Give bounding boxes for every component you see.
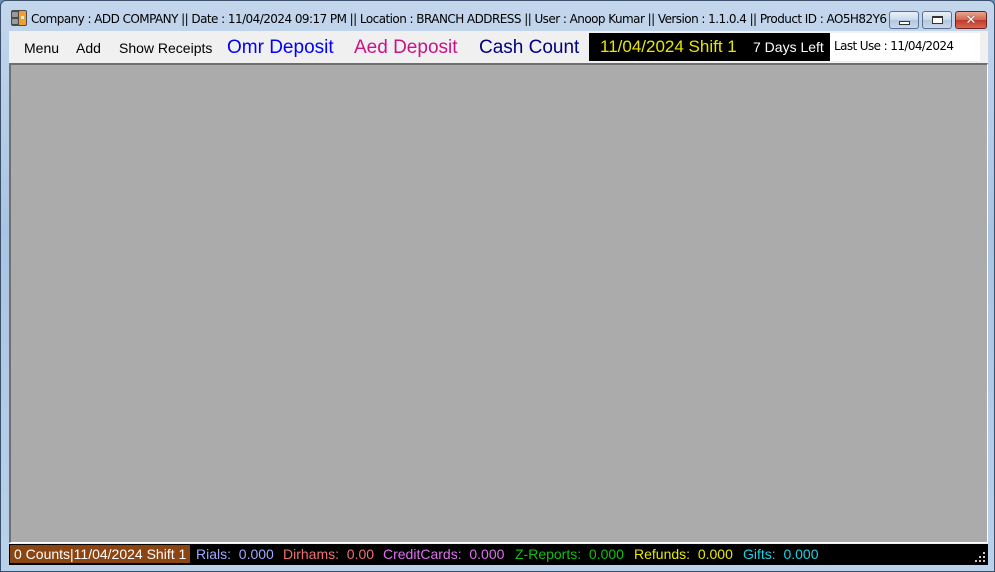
stat-value: 0.000 xyxy=(783,546,819,562)
resize-grip-icon[interactable] xyxy=(975,552,985,562)
window-title: Company : ADD COMPANY || Date : 11/04/20… xyxy=(31,12,887,26)
menu-bar: Menu Add Show Receipts Omr Deposit Aed D… xyxy=(9,31,988,63)
app-icon[interactable] xyxy=(11,10,27,26)
stat-value: 0.000 xyxy=(469,546,505,562)
title-bar[interactable]: Company : ADD COMPANY || Date : 11/04/20… xyxy=(1,1,994,31)
stat-label: Refunds: xyxy=(634,546,691,562)
stat-value: 0.00 xyxy=(346,546,375,562)
stat-label: Z-Reports: xyxy=(515,546,582,562)
stat-label: Gifts: xyxy=(743,546,776,562)
cash-count-button[interactable]: Cash Count xyxy=(479,37,579,59)
status-count: 0 Counts|11/04/2024 Shift 1 xyxy=(10,545,191,563)
menu-item-menu[interactable]: Menu xyxy=(24,40,59,56)
shift-indicator: 11/04/2024 Shift 1 7 Days Left xyxy=(589,33,830,61)
minimize-button[interactable] xyxy=(889,11,919,29)
stat-label: Dirhams: xyxy=(283,546,340,562)
maximize-button[interactable] xyxy=(922,11,952,29)
client-area: Menu Add Show Receipts Omr Deposit Aed D… xyxy=(9,31,988,565)
mdi-workspace xyxy=(9,63,988,543)
menu-item-add[interactable]: Add xyxy=(76,40,101,56)
days-left: 7 Days Left xyxy=(753,39,824,55)
stat-gifts: Gifts: 0.000 xyxy=(743,546,819,562)
close-button[interactable]: ✕ xyxy=(955,11,987,29)
stat-label: Rials: xyxy=(196,546,232,562)
omr-deposit-button[interactable]: Omr Deposit xyxy=(227,37,334,59)
app-window: Company : ADD COMPANY || Date : 11/04/20… xyxy=(0,0,995,572)
last-use-box: Last Use : 11/04/2024 xyxy=(830,33,980,61)
stat-value: 0.000 xyxy=(588,546,624,562)
restore-icon xyxy=(931,16,943,24)
stat-z-reports: Z-Reports: 0.000 xyxy=(515,546,624,562)
stat-value: 0.000 xyxy=(238,546,274,562)
close-icon: ✕ xyxy=(965,12,977,28)
stat-refunds: Refunds: 0.000 xyxy=(634,546,733,562)
minimize-icon xyxy=(898,20,910,25)
stat-value: 0.000 xyxy=(697,546,733,562)
shift-date: 11/04/2024 Shift 1 xyxy=(600,37,737,56)
aed-deposit-button[interactable]: Aed Deposit xyxy=(354,37,458,59)
last-use-label: Last Use : 11/04/2024 xyxy=(834,39,954,53)
stat-dirhams: Dirhams: 0.00 xyxy=(283,546,374,562)
stat-rials: Rials: 0.000 xyxy=(196,546,274,562)
status-bar: 0 Counts|11/04/2024 Shift 1 Rials: 0.000… xyxy=(9,544,988,565)
stat-creditcards: CreditCards: 0.000 xyxy=(383,546,504,562)
stat-label: CreditCards: xyxy=(383,546,462,562)
menu-item-show-receipts[interactable]: Show Receipts xyxy=(119,40,212,56)
